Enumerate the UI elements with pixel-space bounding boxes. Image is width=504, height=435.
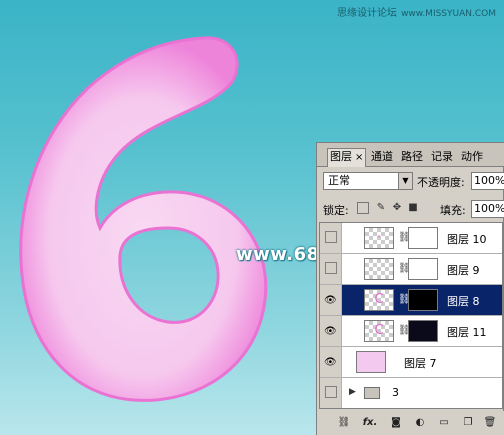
expand-triangle-icon[interactable]: ▶ xyxy=(349,387,356,397)
visibility-cell[interactable]: 👁 xyxy=(320,285,342,315)
pink-stroke-glyph: · xyxy=(376,230,382,245)
visibility-cell[interactable] xyxy=(320,223,342,253)
new-layer-icon[interactable]: ❐ xyxy=(461,416,475,430)
blend-mode-select[interactable]: 正常 ▼ xyxy=(323,172,413,190)
opacity-input[interactable]: 100% xyxy=(471,172,504,190)
blend-mode-value: 正常 xyxy=(328,174,350,187)
layer-name: 图层 7 xyxy=(404,357,437,370)
visibility-cell[interactable]: 👁 xyxy=(320,316,342,346)
site-name-en: www.MISSYUAN.COM xyxy=(401,9,496,19)
eye-icon[interactable]: 👁 xyxy=(324,326,337,337)
layer-name: 图层 11 xyxy=(447,326,487,339)
layers-list: · ⛓ 图层 10 ⛓ 图层 9 👁 C ⛓ 图层 8 👁 C ⛓ 图层 11 xyxy=(319,222,503,409)
tab-paths[interactable]: 路径 xyxy=(399,149,425,167)
tab-actions[interactable]: 动作 xyxy=(459,149,485,167)
folder-icon[interactable]: ▭ xyxy=(437,416,451,430)
layer-row[interactable]: · ⛓ 图层 10 xyxy=(320,223,502,254)
layer-row-selected[interactable]: 👁 C ⛓ 图层 8 xyxy=(320,285,502,316)
lock-transparent-icon[interactable] xyxy=(357,202,369,214)
lock-move-icon[interactable]: ✥ xyxy=(391,202,403,214)
panel-footer: ⛓ fx. ◙ ◐ ▭ ❐ 🗑 xyxy=(317,411,504,435)
layer-thumbnail: C xyxy=(364,289,394,311)
layers-panel: 图层 × 通道 路径 记录 动作 正常 ▼ 不透明度: 100% 锁定: ✎ ✥ … xyxy=(316,142,504,435)
layer-group-row[interactable]: ▶ 3 xyxy=(320,378,502,408)
lock-brush-icon[interactable]: ✎ xyxy=(375,202,387,214)
tab-history[interactable]: 记录 xyxy=(429,149,455,167)
link-icon[interactable]: ⛓ xyxy=(337,416,351,430)
layer-name: 图层 9 xyxy=(447,264,480,277)
pink-ring-glyph: C xyxy=(374,323,384,338)
visibility-box[interactable] xyxy=(325,231,337,243)
lock-label: 锁定: xyxy=(323,204,349,217)
layer-mask-thumbnail xyxy=(408,320,438,342)
layer-row[interactable]: 👁 图层 7 xyxy=(320,347,502,378)
fill-input[interactable]: 100% xyxy=(471,200,504,218)
adjustment-icon[interactable]: ◐ xyxy=(413,416,427,430)
lock-row: 锁定: ✎ ✥ ■ 填充: 100% xyxy=(317,198,504,220)
chevron-down-icon[interactable]: ▼ xyxy=(398,173,412,189)
eye-icon[interactable]: 👁 xyxy=(324,295,337,306)
tab-layers-label: 图层 xyxy=(330,150,352,163)
fill-label: 填充: xyxy=(440,204,466,217)
layer-mask-thumbnail xyxy=(408,227,438,249)
layer-mask-thumbnail xyxy=(408,289,438,311)
lock-all-icon[interactable]: ■ xyxy=(407,202,419,214)
opacity-label: 不透明度: xyxy=(417,176,465,189)
close-icon[interactable]: × xyxy=(355,152,363,163)
layer-name: 图层 10 xyxy=(447,233,487,246)
visibility-cell[interactable] xyxy=(320,254,342,284)
layer-mask-thumbnail xyxy=(408,258,438,280)
folder-icon xyxy=(364,387,380,399)
visibility-cell[interactable]: 👁 xyxy=(320,347,342,377)
tab-layers[interactable]: 图层 × xyxy=(327,148,367,167)
layer-thumbnail: C xyxy=(364,320,394,342)
visibility-cell[interactable] xyxy=(320,378,342,408)
layer-thumbnail xyxy=(356,351,386,373)
visibility-box[interactable] xyxy=(325,262,337,274)
pink-ring-glyph: C xyxy=(374,292,384,307)
mask-icon[interactable]: ◙ xyxy=(389,416,403,430)
site-name-cn: 思缘设计论坛 xyxy=(337,8,398,19)
layer-row[interactable]: 👁 C ⛓ 图层 11 xyxy=(320,316,502,347)
site-header: 思缘设计论坛 www.MISSYUAN.COM xyxy=(337,4,496,19)
visibility-box[interactable] xyxy=(325,386,337,398)
blend-row: 正常 ▼ 不透明度: 100% xyxy=(317,170,504,192)
layer-name: 图层 8 xyxy=(447,295,480,308)
panel-tabs: 图层 × 通道 路径 记录 动作 xyxy=(317,143,504,167)
layer-group-name: 3 xyxy=(392,386,399,399)
fx-icon[interactable]: fx. xyxy=(361,416,379,430)
eye-icon[interactable]: 👁 xyxy=(324,357,337,368)
layer-thumbnail xyxy=(364,258,394,280)
tab-channels[interactable]: 通道 xyxy=(369,149,395,167)
layer-row[interactable]: ⛓ 图层 9 xyxy=(320,254,502,285)
layer-thumbnail: · xyxy=(364,227,394,249)
trash-icon[interactable]: 🗑 xyxy=(483,416,497,430)
